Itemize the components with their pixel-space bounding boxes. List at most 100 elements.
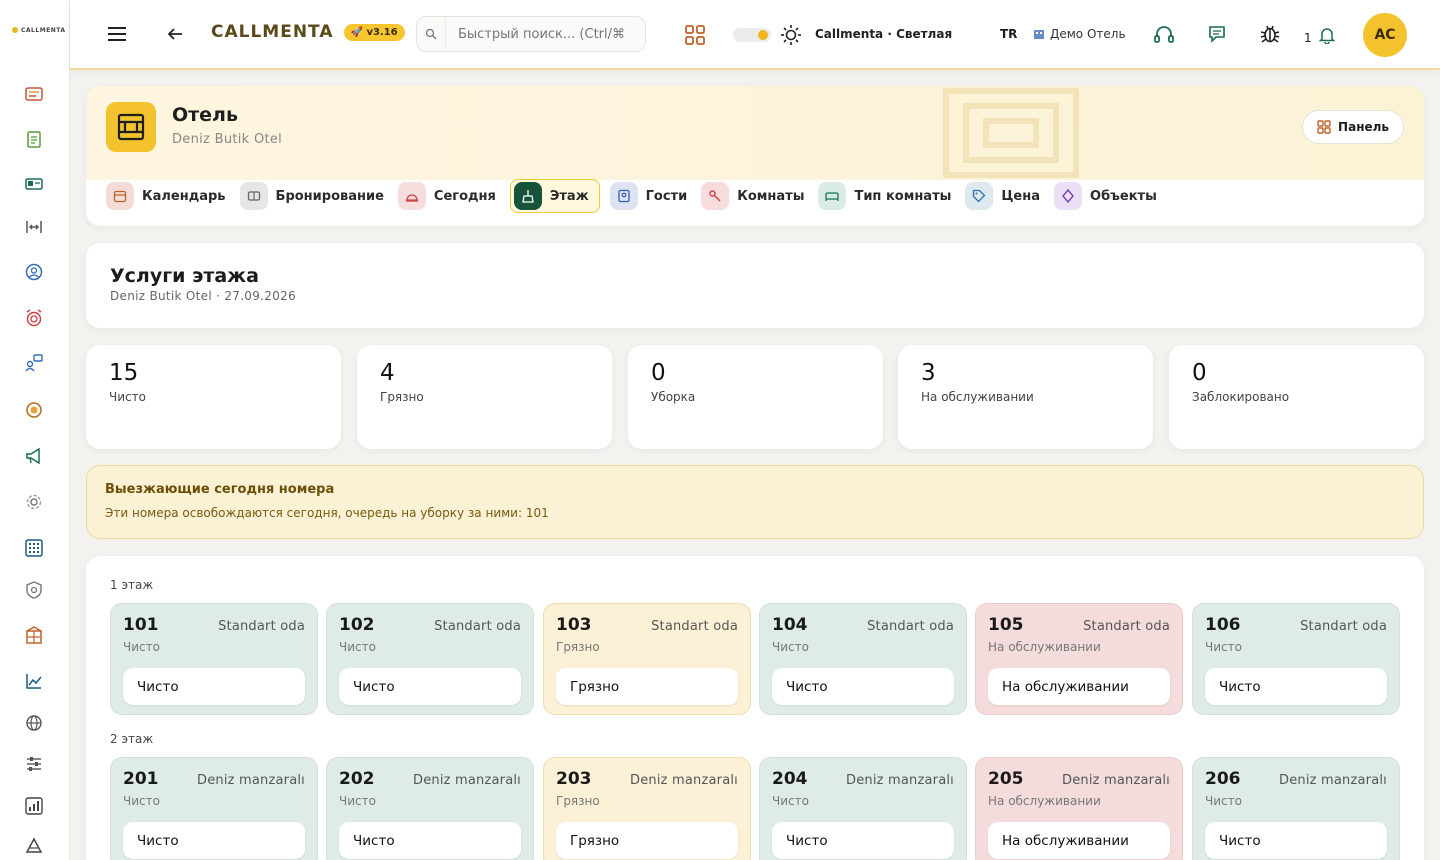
diamond-icon bbox=[1054, 182, 1083, 210]
hotel-selector-label: Демо Отель bbox=[1050, 27, 1126, 41]
room-status-select[interactable]: Грязно bbox=[556, 822, 738, 859]
room-card[interactable]: 204 Deniz manzaralı Чисто Чисто bbox=[759, 757, 967, 860]
sidebar-item-medal[interactable] bbox=[22, 398, 46, 422]
sidebar-item-chat-users[interactable] bbox=[22, 351, 46, 375]
room-number: 201 bbox=[123, 769, 159, 789]
sidebar-item-clipboard[interactable] bbox=[22, 127, 46, 151]
room-card[interactable]: 202 Deniz manzaralı Чисто Чисто bbox=[326, 757, 534, 860]
room-number: 106 bbox=[1205, 615, 1241, 635]
stat-card-dirty[interactable]: 4 Грязно bbox=[357, 345, 612, 449]
sidebar-item-alarm[interactable] bbox=[22, 306, 46, 330]
calendar-icon bbox=[106, 182, 134, 210]
sidebar-item-more[interactable] bbox=[22, 834, 46, 858]
room-status-select[interactable]: Грязно bbox=[556, 668, 738, 705]
hotel-selector[interactable]: Демо Отель bbox=[1033, 27, 1126, 41]
panel-button[interactable]: Панель bbox=[1302, 110, 1404, 144]
triangle-icon bbox=[25, 837, 43, 853]
room-card[interactable]: 102 Standart oda Чисто Чисто bbox=[326, 603, 534, 715]
sidebar-item-reports[interactable] bbox=[22, 794, 46, 818]
room-card[interactable]: 203 Deniz manzaralı Грязно Грязно bbox=[543, 757, 751, 860]
tab-room-type[interactable]: Тип комнаты bbox=[818, 179, 955, 213]
stat-label: Чисто bbox=[109, 390, 146, 404]
room-card[interactable]: 104 Standart oda Чисто Чисто bbox=[759, 603, 967, 715]
hotel-title: Отель bbox=[172, 104, 238, 126]
tab-price[interactable]: Цена bbox=[965, 179, 1044, 213]
stat-card-blocked[interactable]: 0 Заблокировано bbox=[1169, 345, 1424, 449]
messages-button[interactable] bbox=[1207, 24, 1227, 44]
room-status-select[interactable]: Чисто bbox=[339, 668, 521, 705]
tab-rooms[interactable]: Комнаты bbox=[701, 179, 808, 213]
menu-button[interactable] bbox=[106, 23, 128, 45]
room-status: Грязно bbox=[556, 640, 600, 654]
sidebar-item-security[interactable] bbox=[22, 578, 46, 602]
room-type: Standart oda bbox=[1300, 619, 1387, 634]
id-card-icon bbox=[25, 178, 43, 190]
room-status-select[interactable]: Чисто bbox=[772, 822, 954, 859]
stat-card-maintenance[interactable]: 3 На обслуживании bbox=[898, 345, 1153, 449]
stat-card-cleaning[interactable]: 0 Уборка bbox=[628, 345, 883, 449]
sidebar-item-reception[interactable] bbox=[22, 82, 46, 106]
notifications-button[interactable]: 1 bbox=[1304, 25, 1336, 45]
room-card[interactable]: 101 Standart oda Чисто Чисто bbox=[110, 603, 318, 715]
sidebar-item-globe[interactable] bbox=[22, 711, 46, 735]
room-number: 104 bbox=[772, 615, 808, 635]
bug-report-button[interactable] bbox=[1259, 23, 1281, 45]
sidebar-item-announcements[interactable] bbox=[22, 444, 46, 468]
room-number: 206 bbox=[1205, 769, 1241, 789]
sidebar-item-transfer[interactable] bbox=[22, 215, 46, 239]
sidebar-item-analytics[interactable] bbox=[22, 669, 46, 693]
stat-value: 0 bbox=[1192, 360, 1207, 386]
language-switch[interactable]: TR bbox=[1000, 27, 1017, 41]
tab-today[interactable]: Сегодня bbox=[397, 179, 500, 213]
room-card[interactable]: 105 Standart oda На обслуживании На обслужи… bbox=[975, 603, 1183, 715]
tab-calendar[interactable]: Календарь bbox=[106, 179, 230, 213]
back-button[interactable] bbox=[166, 25, 184, 43]
sidebar-item-filters[interactable] bbox=[22, 752, 46, 776]
room-card[interactable]: 201 Deniz manzaralı Чисто Чисто bbox=[110, 757, 318, 860]
notifications-count: 1 bbox=[1304, 31, 1312, 45]
brand-block[interactable]: CALLMENTA 🚀 v3.16 bbox=[211, 22, 405, 42]
theme-toggle[interactable] bbox=[733, 28, 771, 42]
room-status: Чисто bbox=[772, 794, 809, 808]
room-card[interactable]: 103 Standart oda Грязно Грязно bbox=[543, 603, 751, 715]
tab-guests[interactable]: Гости bbox=[609, 179, 692, 213]
sidebar-logo[interactable]: CALLMENTA bbox=[0, 0, 69, 60]
sidebar-item-support[interactable] bbox=[22, 260, 46, 284]
sidebar-item-id-card[interactable] bbox=[22, 172, 46, 196]
tab-label: Сегодня bbox=[433, 188, 496, 204]
tab-floor[interactable]: Этаж bbox=[509, 179, 600, 213]
decorative-pattern-icon bbox=[943, 88, 1079, 178]
room-number: 103 bbox=[556, 615, 592, 635]
room-card[interactable]: 106 Standart oda Чисто Чисто bbox=[1192, 603, 1400, 715]
sidebar-item-settings[interactable] bbox=[22, 490, 46, 514]
room-status-select[interactable]: Чисто bbox=[1205, 668, 1387, 705]
guests-icon bbox=[609, 182, 638, 210]
room-status-select[interactable]: Чисто bbox=[123, 668, 305, 705]
support-button[interactable] bbox=[1153, 24, 1175, 46]
room-status-select[interactable]: На обслуживании bbox=[988, 668, 1170, 705]
stat-card-clean[interactable]: 15 Чисто bbox=[86, 345, 341, 449]
room-card[interactable]: 206 Deniz manzaralı Чисто Чисто bbox=[1192, 757, 1400, 860]
bed-icon bbox=[818, 182, 847, 210]
room-status-select[interactable]: Чисто bbox=[772, 668, 954, 705]
tab-objects[interactable]: Объекты bbox=[1054, 179, 1161, 213]
apps-button[interactable] bbox=[684, 24, 706, 46]
room-status-select[interactable]: Чисто bbox=[1205, 822, 1387, 859]
room-type: Deniz manzaralı bbox=[845, 773, 954, 788]
room-status-select[interactable]: На обслуживании bbox=[988, 822, 1170, 859]
clipboard-icon bbox=[27, 131, 41, 148]
theme-label[interactable]: Callmenta · Светлая bbox=[815, 27, 952, 41]
room-status-select[interactable]: Чисто bbox=[339, 822, 521, 859]
search-input[interactable] bbox=[445, 17, 640, 51]
settings-gear-icon bbox=[26, 494, 42, 510]
room-number: 202 bbox=[339, 769, 375, 789]
sidebar-item-keypad[interactable] bbox=[22, 536, 46, 560]
sidebar-item-building[interactable] bbox=[22, 623, 46, 647]
shield-icon bbox=[26, 581, 42, 599]
hotel-header-card: Отель Deniz Butik Otel Панель Календарь … bbox=[86, 86, 1424, 226]
room-card[interactable]: 205 Deniz manzaralı На обслуживании На обсл… bbox=[975, 757, 1183, 860]
tab-booking[interactable]: Бронирование bbox=[239, 179, 388, 213]
tab-label: Этаж bbox=[549, 188, 589, 204]
user-avatar[interactable]: AC bbox=[1363, 13, 1407, 57]
room-status-select[interactable]: Чисто bbox=[123, 822, 305, 859]
